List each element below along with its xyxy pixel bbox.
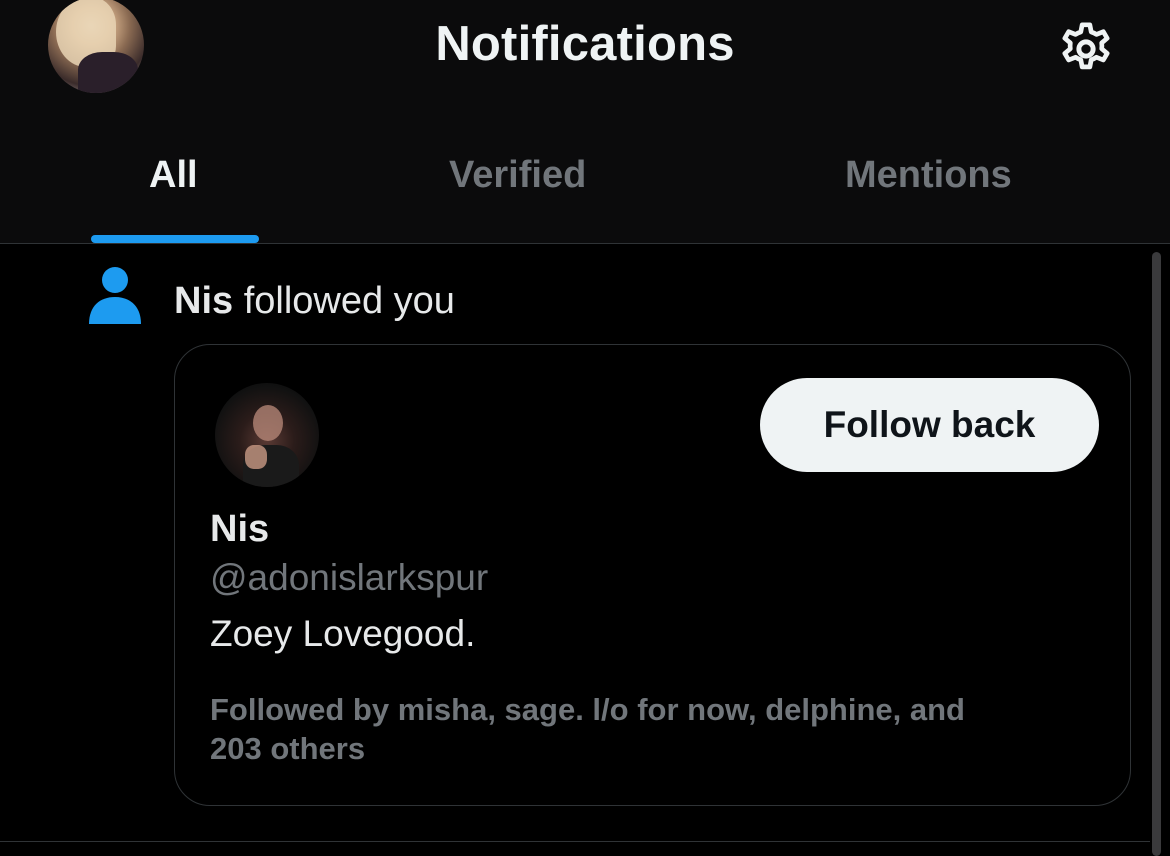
scrollbar[interactable] <box>1152 252 1161 856</box>
tab-all[interactable]: All <box>149 154 198 197</box>
active-tab-indicator <box>91 235 259 243</box>
user-handle[interactable]: @adonislarkspur <box>210 557 488 599</box>
avatar-face <box>253 405 283 441</box>
tab-bar: All Verified Mentions <box>0 118 1170 244</box>
user-card[interactable]: Follow back Nis @adonislarkspur Zoey Lov… <box>174 344 1131 806</box>
avatar-hand <box>245 445 267 469</box>
notification-actor[interactable]: Nis <box>174 280 233 322</box>
notification-text: Nis followed you <box>174 280 455 323</box>
person-icon <box>89 267 141 324</box>
user-bio: Zoey Lovegood. <box>210 613 476 654</box>
followed-by-line-2: 203 others <box>210 731 366 766</box>
gear-icon[interactable] <box>1053 16 1119 82</box>
top-bar: Notifications <box>0 0 1170 118</box>
page-title: Notifications <box>435 17 735 71</box>
notification-action: followed you <box>233 280 455 322</box>
divider <box>0 841 1150 842</box>
follow-back-button[interactable]: Follow back <box>760 378 1099 472</box>
tab-mentions[interactable]: Mentions <box>845 154 1012 197</box>
followed-by-line-1: Followed by misha, sage. l/o for now, de… <box>210 692 965 727</box>
tab-verified[interactable]: Verified <box>449 154 586 197</box>
user-name[interactable]: Nis <box>210 508 269 551</box>
followed-by-text: Followed by misha, sage. l/o for now, de… <box>210 690 1060 768</box>
user-avatar[interactable] <box>215 383 319 487</box>
